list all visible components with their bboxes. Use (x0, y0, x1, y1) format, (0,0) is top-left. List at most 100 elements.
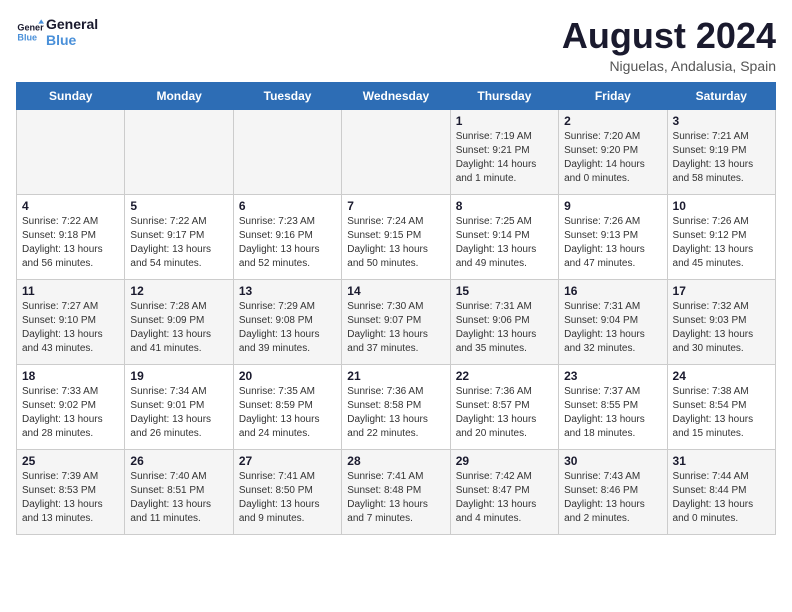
logo: General Blue General Blue (16, 16, 98, 48)
day-info: Sunrise: 7:19 AM Sunset: 9:21 PM Dayligh… (456, 130, 553, 186)
day-number: 25 (22, 454, 119, 468)
day-number: 19 (130, 369, 227, 383)
calendar-cell: 11 Sunrise: 7:27 AM Sunset: 9:10 PM Dayli… (17, 279, 125, 364)
calendar-cell: 8 Sunrise: 7:25 AM Sunset: 9:14 PM Daylig… (450, 194, 558, 279)
day-number: 22 (456, 369, 553, 383)
day-info: Sunrise: 7:25 AM Sunset: 9:14 PM Dayligh… (456, 215, 553, 271)
day-info: Sunrise: 7:21 AM Sunset: 9:19 PM Dayligh… (673, 130, 770, 186)
day-info: Sunrise: 7:23 AM Sunset: 9:16 PM Dayligh… (239, 215, 336, 271)
calendar-cell: 25 Sunrise: 7:39 AM Sunset: 8:53 PM Dayli… (17, 449, 125, 534)
calendar-cell: 21 Sunrise: 7:36 AM Sunset: 8:58 PM Dayli… (342, 364, 450, 449)
day-number: 5 (130, 199, 227, 213)
calendar-cell: 7 Sunrise: 7:24 AM Sunset: 9:15 PM Daylig… (342, 194, 450, 279)
calendar-table: SundayMondayTuesdayWednesdayThursdayFrid… (16, 82, 776, 535)
day-number: 21 (347, 369, 444, 383)
header-day-monday: Monday (125, 82, 233, 109)
day-info: Sunrise: 7:24 AM Sunset: 9:15 PM Dayligh… (347, 215, 444, 271)
day-info: Sunrise: 7:22 AM Sunset: 9:18 PM Dayligh… (22, 215, 119, 271)
calendar-cell: 12Sunrise: 7:28 AM Sunset: 9:09 PM Dayli… (125, 279, 233, 364)
day-info: Sunrise: 7:39 AM Sunset: 8:53 PM Dayligh… (22, 470, 119, 526)
day-number: 23 (564, 369, 661, 383)
day-info: Sunrise: 7:36 AM Sunset: 8:58 PM Dayligh… (347, 385, 444, 441)
calendar-cell: 19Sunrise: 7:34 AM Sunset: 9:01 PM Dayli… (125, 364, 233, 449)
day-number: 18 (22, 369, 119, 383)
calendar-cell: 22 Sunrise: 7:36 AM Sunset: 8:57 PM Dayli… (450, 364, 558, 449)
calendar-cell: 27 Sunrise: 7:41 AM Sunset: 8:50 PM Dayli… (233, 449, 341, 534)
day-info: Sunrise: 7:37 AM Sunset: 8:55 PM Dayligh… (564, 385, 661, 441)
day-number: 30 (564, 454, 661, 468)
day-number: 20 (239, 369, 336, 383)
header-day-sunday: Sunday (17, 82, 125, 109)
logo-icon: General Blue (16, 18, 44, 46)
day-info: Sunrise: 7:33 AM Sunset: 9:02 PM Dayligh… (22, 385, 119, 441)
calendar-cell: 29 Sunrise: 7:42 AM Sunset: 8:47 PM Dayli… (450, 449, 558, 534)
title-area: August 2024 Niguelas, Andalusia, Spain (562, 16, 776, 74)
calendar-week-4: 18 Sunrise: 7:33 AM Sunset: 9:02 PM Dayli… (17, 364, 776, 449)
day-number: 6 (239, 199, 336, 213)
logo-line2: Blue (46, 32, 98, 48)
day-info: Sunrise: 7:35 AM Sunset: 8:59 PM Dayligh… (239, 385, 336, 441)
day-info: Sunrise: 7:29 AM Sunset: 9:08 PM Dayligh… (239, 300, 336, 356)
day-number: 7 (347, 199, 444, 213)
calendar-body: 1Sunrise: 7:19 AM Sunset: 9:21 PM Daylig… (17, 109, 776, 534)
calendar-week-3: 11 Sunrise: 7:27 AM Sunset: 9:10 PM Dayli… (17, 279, 776, 364)
day-number: 3 (673, 114, 770, 128)
day-number: 4 (22, 199, 119, 213)
day-number: 9 (564, 199, 661, 213)
day-info: Sunrise: 7:40 AM Sunset: 8:51 PM Dayligh… (130, 470, 227, 526)
calendar-cell: 10Sunrise: 7:26 AM Sunset: 9:12 PM Dayli… (667, 194, 775, 279)
day-info: Sunrise: 7:31 AM Sunset: 9:04 PM Dayligh… (564, 300, 661, 356)
calendar-cell: 23 Sunrise: 7:37 AM Sunset: 8:55 PM Dayli… (559, 364, 667, 449)
calendar-cell: 6 Sunrise: 7:23 AM Sunset: 9:16 PM Daylig… (233, 194, 341, 279)
calendar-header: SundayMondayTuesdayWednesdayThursdayFrid… (17, 82, 776, 109)
day-number: 8 (456, 199, 553, 213)
header-row: SundayMondayTuesdayWednesdayThursdayFrid… (17, 82, 776, 109)
day-info: Sunrise: 7:38 AM Sunset: 8:54 PM Dayligh… (673, 385, 770, 441)
day-info: Sunrise: 7:27 AM Sunset: 9:10 PM Dayligh… (22, 300, 119, 356)
calendar-cell: 5 Sunrise: 7:22 AM Sunset: 9:17 PM Daylig… (125, 194, 233, 279)
calendar-cell (17, 109, 125, 194)
day-info: Sunrise: 7:41 AM Sunset: 8:50 PM Dayligh… (239, 470, 336, 526)
day-number: 2 (564, 114, 661, 128)
day-info: Sunrise: 7:42 AM Sunset: 8:47 PM Dayligh… (456, 470, 553, 526)
calendar-cell: 13 Sunrise: 7:29 AM Sunset: 9:08 PM Dayli… (233, 279, 341, 364)
day-info: Sunrise: 7:43 AM Sunset: 8:46 PM Dayligh… (564, 470, 661, 526)
calendar-cell: 18 Sunrise: 7:33 AM Sunset: 9:02 PM Dayli… (17, 364, 125, 449)
calendar-cell: 17Sunrise: 7:32 AM Sunset: 9:03 PM Dayli… (667, 279, 775, 364)
calendar-cell: 15 Sunrise: 7:31 AM Sunset: 9:06 PM Dayli… (450, 279, 558, 364)
svg-text:Blue: Blue (17, 32, 37, 42)
day-info: Sunrise: 7:31 AM Sunset: 9:06 PM Dayligh… (456, 300, 553, 356)
calendar-cell: 24Sunrise: 7:38 AM Sunset: 8:54 PM Dayli… (667, 364, 775, 449)
calendar-cell: 2 Sunrise: 7:20 AM Sunset: 9:20 PM Daylig… (559, 109, 667, 194)
header-day-tuesday: Tuesday (233, 82, 341, 109)
day-number: 10 (673, 199, 770, 213)
calendar-cell: 31Sunrise: 7:44 AM Sunset: 8:44 PM Dayli… (667, 449, 775, 534)
calendar-cell (342, 109, 450, 194)
calendar-cell: 3 Sunrise: 7:21 AM Sunset: 9:19 PM Daylig… (667, 109, 775, 194)
header-day-saturday: Saturday (667, 82, 775, 109)
location-subtitle: Niguelas, Andalusia, Spain (562, 58, 776, 74)
logo-line1: General (46, 16, 98, 32)
day-number: 15 (456, 284, 553, 298)
calendar-cell: 20 Sunrise: 7:35 AM Sunset: 8:59 PM Dayli… (233, 364, 341, 449)
day-number: 11 (22, 284, 119, 298)
header-day-friday: Friday (559, 82, 667, 109)
day-number: 29 (456, 454, 553, 468)
day-number: 26 (130, 454, 227, 468)
header-day-wednesday: Wednesday (342, 82, 450, 109)
calendar-cell (233, 109, 341, 194)
day-number: 12 (130, 284, 227, 298)
day-number: 27 (239, 454, 336, 468)
day-number: 13 (239, 284, 336, 298)
day-info: Sunrise: 7:44 AM Sunset: 8:44 PM Dayligh… (673, 470, 770, 526)
day-info: Sunrise: 7:36 AM Sunset: 8:57 PM Dayligh… (456, 385, 553, 441)
day-info: Sunrise: 7:20 AM Sunset: 9:20 PM Dayligh… (564, 130, 661, 186)
day-info: Sunrise: 7:22 AM Sunset: 9:17 PM Dayligh… (130, 215, 227, 271)
day-number: 14 (347, 284, 444, 298)
month-year-title: August 2024 (562, 16, 776, 56)
calendar-cell: 14Sunrise: 7:30 AM Sunset: 9:07 PM Dayli… (342, 279, 450, 364)
calendar-cell: 26 Sunrise: 7:40 AM Sunset: 8:51 PM Dayli… (125, 449, 233, 534)
calendar-cell: 1Sunrise: 7:19 AM Sunset: 9:21 PM Daylig… (450, 109, 558, 194)
day-number: 17 (673, 284, 770, 298)
calendar-week-2: 4 Sunrise: 7:22 AM Sunset: 9:18 PM Daylig… (17, 194, 776, 279)
